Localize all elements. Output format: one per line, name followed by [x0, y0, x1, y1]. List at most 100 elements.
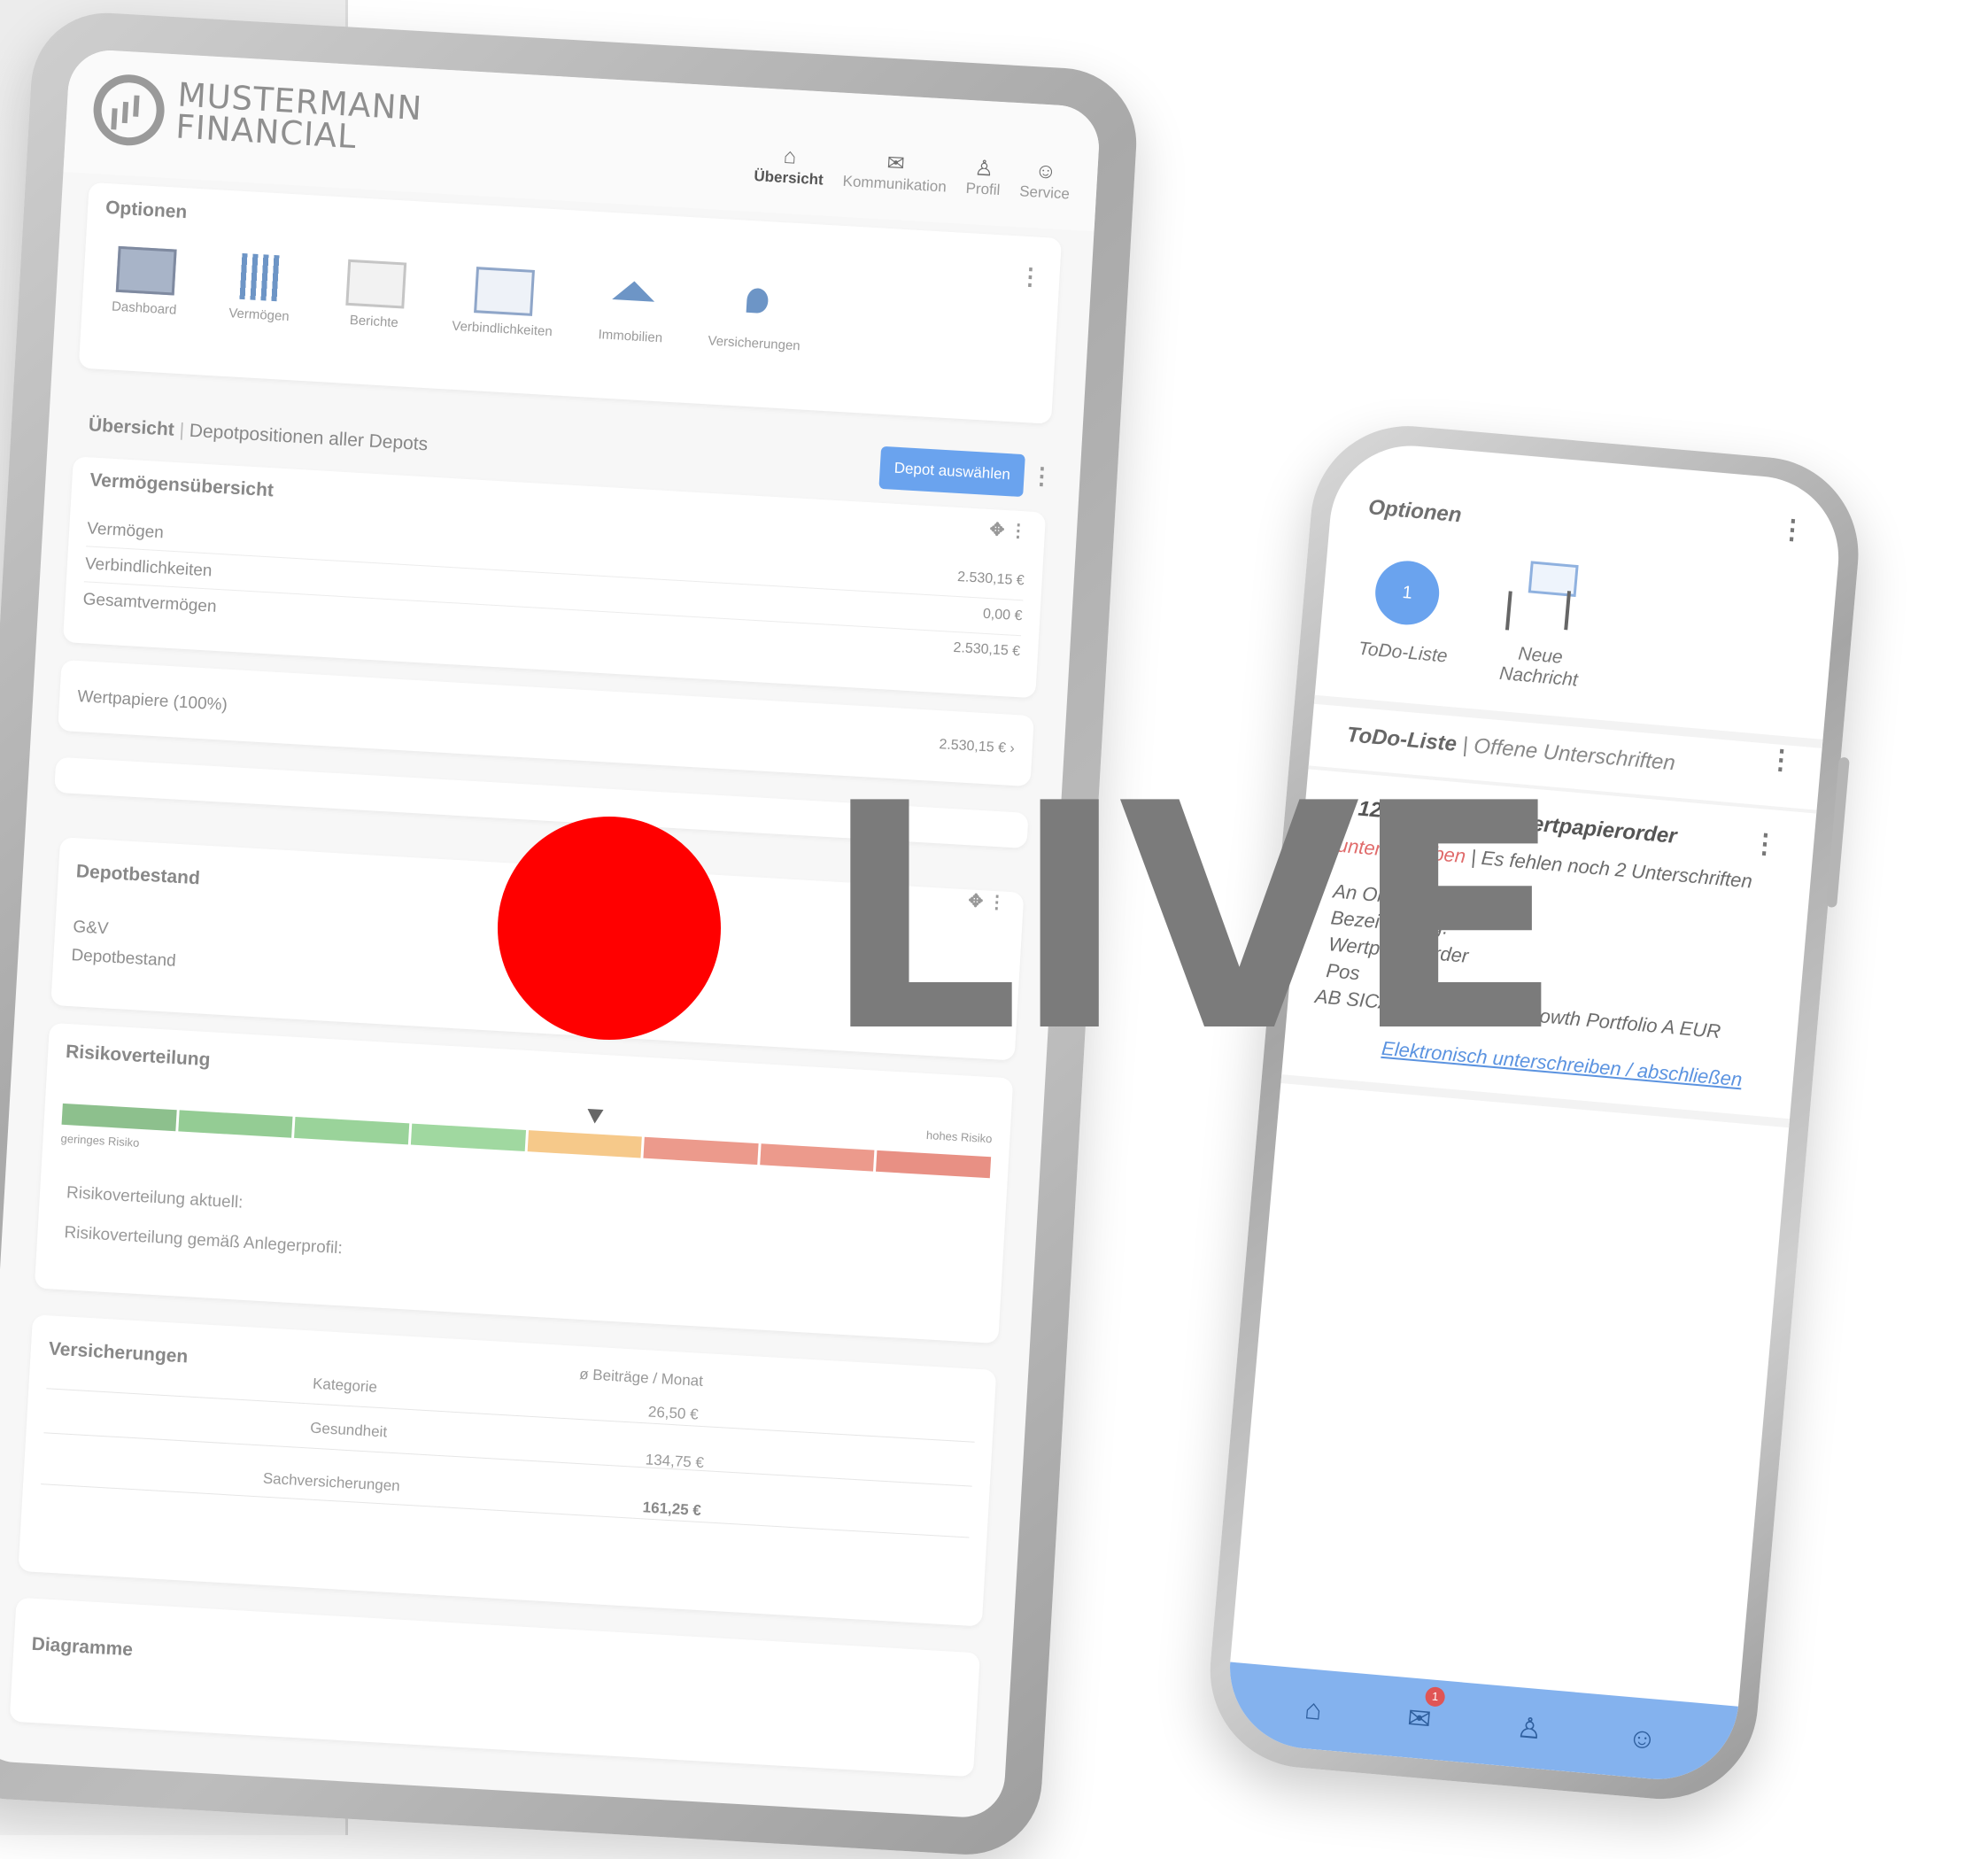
row-value: 2.530,15 € — [956, 569, 1025, 589]
overview-subtitle: Depotpositionen aller Depots — [189, 420, 429, 455]
risk-segment — [410, 1123, 526, 1151]
more-icon[interactable]: ⋮ — [1030, 462, 1055, 491]
option-label: Versicherungen — [708, 333, 801, 354]
option-label: Vermögen — [228, 306, 290, 325]
risk-segment — [527, 1130, 642, 1158]
table-cell: 26,50 € — [647, 1403, 700, 1423]
new-message-label: Neue Nachricht — [1498, 643, 1579, 691]
risk-low-label: geringes Risiko — [60, 1131, 140, 1150]
nav-profil[interactable]: ♙ Profil — [965, 155, 1002, 199]
overview-heading: Übersicht | Depotpositionen aller Depots — [88, 414, 428, 455]
risk-segment — [876, 1150, 992, 1179]
logo-text: MUSTERMANN FINANCIAL — [174, 75, 423, 157]
risk-high-label: hohes Risiko — [925, 1128, 993, 1146]
dashboard-icon — [115, 245, 177, 296]
row-label: G&V — [72, 918, 110, 939]
risk-current-label: Risikoverteilung aktuell: — [66, 1183, 244, 1212]
row-label: Depotbestand — [70, 946, 177, 971]
more-icon[interactable]: ⋮ — [1778, 514, 1807, 546]
charts-card: Diagramme — [9, 1597, 980, 1778]
overview-title: Übersicht — [88, 414, 175, 440]
nav-label: Service — [1018, 182, 1071, 203]
todo-count: 1 — [1401, 582, 1413, 603]
risk-title: Risikoverteilung — [65, 1041, 212, 1071]
row-value: 0,00 € — [982, 606, 1023, 624]
column-header: ø Beiträge / Monat — [578, 1365, 704, 1390]
home-icon: ⌂ — [782, 143, 798, 169]
more-icon[interactable]: ⋮ — [1018, 262, 1043, 290]
liabilities-icon — [474, 267, 535, 316]
table-cell: Gesundheit — [309, 1419, 388, 1441]
assets-title: Vermögensübersicht — [89, 469, 275, 501]
insurance-card: Versicherungen Kategorie ø Beiträge / Mo… — [18, 1314, 997, 1627]
nav-uebersicht[interactable]: ⌂ Übersicht — [754, 143, 825, 189]
risk-segment — [759, 1143, 875, 1172]
risk-segment — [294, 1116, 410, 1145]
main-nav: ⌂ Übersicht ✉ Kommunikation ♙ Profil ☺ S… — [754, 143, 1071, 203]
option-verbindlichkeiten[interactable]: Verbindlichkeiten — [445, 265, 563, 339]
option-label: Verbindlichkeiten — [451, 318, 553, 340]
chat-icon[interactable]: ✉ 1 — [1406, 1685, 1446, 1736]
todo-label: ToDo-Liste — [1358, 638, 1449, 667]
divider — [46, 1388, 975, 1443]
options-title: Optionen — [104, 197, 188, 223]
nav-kommunikation[interactable]: ✉ Kommunikation — [842, 148, 948, 197]
options-list: Dashboard Vermögen Berichte Verbindlichk… — [99, 245, 810, 354]
todo-button[interactable]: 1 — [1373, 558, 1443, 628]
nav-label: Übersicht — [753, 167, 824, 189]
risk-segment — [643, 1136, 759, 1166]
row-label: Wertpapiere (100%) — [76, 687, 228, 715]
divider — [41, 1483, 970, 1538]
report-icon — [345, 259, 407, 309]
select-depot-button[interactable]: Depot auswählen — [878, 445, 1026, 498]
risk-bar — [61, 1103, 992, 1179]
option-label: Dashboard — [111, 298, 177, 318]
more-icon[interactable]: ⋮ — [1751, 827, 1780, 860]
risk-profile-label: Risikoverteilung gemäß Anlegerprofil: — [63, 1223, 344, 1259]
house-icon — [602, 275, 663, 324]
nav-service[interactable]: ☺ Service — [1019, 158, 1071, 203]
new-message-icon[interactable] — [1498, 559, 1584, 637]
option-label: Immobilien — [598, 327, 663, 346]
more-icon[interactable]: ⋮ — [1767, 744, 1796, 777]
users-icon: ☺ — [1033, 159, 1057, 184]
notification-badge: 1 — [1424, 1685, 1446, 1708]
insurance-title: Versicherungen — [48, 1338, 189, 1367]
table-total: 161,25 € — [642, 1499, 702, 1520]
depot-title: Depotbestand — [75, 861, 201, 889]
charts-title: Diagramme — [31, 1633, 134, 1661]
row-label: Vermögen — [86, 519, 165, 543]
move-icon[interactable]: ✥ ⋮ — [989, 518, 1028, 542]
row-label: Verbindlichkeiten — [84, 554, 213, 581]
divider — [43, 1432, 972, 1487]
phone-options-title: Optionen — [1367, 495, 1463, 528]
option-immobilien[interactable]: Immobilien — [585, 274, 677, 347]
option-label: Berichte — [349, 313, 399, 331]
risk-segment — [177, 1110, 293, 1138]
users-icon[interactable]: ☺ — [1627, 1721, 1659, 1756]
nav-label: Profil — [965, 179, 1001, 199]
row-value: 2.530,15 € — [953, 639, 1021, 660]
table-cell: 134,75 € — [645, 1451, 705, 1472]
table-cell: Sachversicherungen — [262, 1469, 401, 1495]
bottom-nav: ⌂ ✉ 1 ♙ ☺ — [1223, 1661, 1739, 1786]
row-label: Gesamtvermögen — [82, 590, 218, 616]
bar-chart-icon — [230, 252, 292, 303]
column-header: Kategorie — [312, 1375, 378, 1396]
option-versicherungen[interactable]: Versicherungen — [700, 280, 810, 354]
user-icon[interactable]: ♙ — [1515, 1710, 1543, 1746]
risk-marker-current — [586, 1108, 604, 1124]
option-dashboard[interactable]: Dashboard — [99, 245, 191, 319]
user-icon: ♙ — [973, 156, 994, 182]
logo-icon — [91, 73, 166, 148]
option-berichte[interactable]: Berichte — [329, 259, 422, 332]
phone-screen: Optionen ⋮ 1 ToDo-Liste Neue Nachricht ⋮… — [1223, 438, 1845, 1786]
live-dot-icon — [498, 817, 721, 1040]
home-icon[interactable]: ⌂ — [1303, 1692, 1323, 1727]
insurance-icon — [726, 282, 787, 331]
option-vermoegen[interactable]: Vermögen — [214, 252, 306, 325]
assets-card: Vermögensübersicht ✥ ⋮ Vermögen 2.530,15 … — [62, 456, 1047, 699]
risk-segment — [61, 1103, 177, 1132]
live-label: LIVE — [822, 738, 1564, 1101]
phone-device: Optionen ⋮ 1 ToDo-Liste Neue Nachricht ⋮… — [1202, 418, 1867, 1808]
